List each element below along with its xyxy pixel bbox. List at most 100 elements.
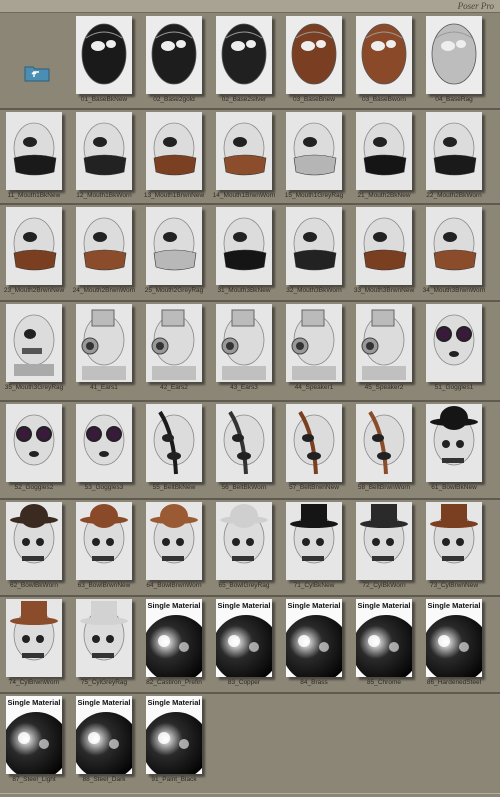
thumbnail-image[interactable] (426, 207, 482, 285)
item-label: 24_Mouth2BrwnWorn (72, 287, 136, 294)
thumbnail-image[interactable] (426, 16, 482, 94)
item-label: 33_Mouth3BrwnNew (353, 287, 415, 294)
item-label: 88_Steel_Dark (82, 776, 126, 783)
item-label: 62_BowlBkWorn (10, 582, 58, 589)
thumbnail-image[interactable]: Single Material (216, 599, 272, 677)
material-title: Single Material (217, 601, 271, 610)
thumbnail-image[interactable] (286, 404, 342, 482)
thumbnail-image[interactable] (426, 502, 482, 580)
item-label: 91_Paint_Black (151, 776, 197, 783)
material-title: Single Material (7, 698, 61, 707)
thumbnail-image[interactable]: Single Material (286, 599, 342, 677)
thumbnail-image[interactable]: Single Material (356, 599, 412, 677)
thumbnail-image[interactable] (216, 112, 272, 190)
item-label: 52_Goggles2 (14, 484, 54, 491)
item-label: 03_BaseBworn (361, 96, 407, 103)
thumbnail-image[interactable] (76, 207, 132, 285)
thumbnail-image[interactable]: Single Material (6, 696, 62, 774)
item-label: 02_Base2gold (153, 96, 195, 103)
thumbnail-image[interactable] (286, 16, 342, 94)
item-label: 35_Mouth3GreyRag (4, 384, 64, 391)
thumbnail-image[interactable] (6, 502, 62, 580)
thumbnail-image[interactable]: Single Material (76, 696, 132, 774)
folder-up-icon[interactable] (24, 64, 50, 82)
item-label: 11_Mouth1BkNew (7, 192, 61, 199)
thumbnail-image[interactable] (146, 16, 202, 94)
thumbnail-image[interactable] (76, 112, 132, 190)
item-label: 74_CylBrwnWorn (8, 679, 60, 686)
thumbnail-image[interactable] (146, 112, 202, 190)
item-label: 83_Copper (227, 679, 261, 686)
item-label: 56_BeltBkWorn (221, 484, 267, 491)
library-row: 01_BaseBkNew 02_Base2gold 02_Base2silver… (0, 14, 500, 108)
thumbnail-image[interactable] (6, 304, 62, 382)
thumbnail-image[interactable] (356, 502, 412, 580)
thumbnail-image[interactable] (426, 404, 482, 482)
thumbnail-image[interactable] (286, 207, 342, 285)
material-title: Single Material (287, 601, 341, 610)
thumbnail-image[interactable] (146, 502, 202, 580)
thumbnail-image[interactable] (356, 404, 412, 482)
thumbnail-image[interactable] (76, 599, 132, 677)
item-label: 34_Mouth3BrwnWorn (422, 287, 486, 294)
thumbnail-image[interactable] (6, 404, 62, 482)
item-label: 63_BowlBrwnNew (77, 582, 131, 589)
thumbnail-image[interactable] (426, 112, 482, 190)
library-row: 11_Mouth1BkNew 12_Mouth1BkWorn 13_Mouth1… (0, 108, 500, 205)
thumbnail-image[interactable] (216, 16, 272, 94)
thumbnail-image[interactable] (286, 304, 342, 382)
material-title: Single Material (147, 698, 201, 707)
item-label: 45_Speaker2 (364, 384, 404, 391)
thumbnail-image[interactable] (146, 304, 202, 382)
item-label: 61_BowlBkNew (431, 484, 477, 491)
item-label: 53_Goggles3 (84, 484, 124, 491)
item-label: 73_CylBrwnNew (429, 582, 479, 589)
item-label: 58_BeltBrwnWorn (357, 484, 411, 491)
item-label: 44_Speaker1 (294, 384, 334, 391)
thumbnail-image[interactable]: Single Material (146, 599, 202, 677)
thumbnail-image[interactable] (216, 207, 272, 285)
thumbnail-image[interactable] (216, 304, 272, 382)
library-row: 62_BowlBkWorn 63_BowlBrwnNew 64_BowlBrwn… (0, 498, 500, 597)
thumbnail-image[interactable] (356, 16, 412, 94)
thumbnail-image[interactable] (6, 112, 62, 190)
thumbnail-image[interactable] (146, 207, 202, 285)
item-label: 02_Base2silver (221, 96, 267, 103)
item-label: 87_Steel_Light (12, 776, 56, 783)
thumbnail-image[interactable] (286, 502, 342, 580)
item-label: 03_BaseBnew (293, 96, 335, 103)
thumbnail-image[interactable]: Single Material (146, 696, 202, 774)
material-title: Single Material (357, 601, 411, 610)
item-label: 14_Mouth1BrwnWorn (212, 192, 276, 199)
library-row: 35_Mouth3GreyRag 41_Ears1 42_Ears2 43_Ea… (0, 300, 500, 402)
thumbnail-image[interactable] (76, 16, 132, 94)
thumbnail-image[interactable] (216, 502, 272, 580)
item-label: 71_CylBkNew (293, 582, 335, 589)
thumbnail-image[interactable] (76, 304, 132, 382)
material-title: Single Material (147, 601, 201, 610)
thumbnail-image[interactable] (216, 404, 272, 482)
item-label: 21_Mouth2BkNew (357, 192, 411, 199)
thumbnail-image[interactable] (76, 502, 132, 580)
item-label: 55_BeltBkNew (152, 484, 196, 491)
item-label: 64_BowlBrwnWorn (146, 582, 202, 589)
material-title: Single Material (77, 698, 131, 707)
thumbnail-image[interactable]: Single Material (426, 599, 482, 677)
item-label: 75_CylGreyRag (80, 679, 128, 686)
library-header: Poser Pro (0, 0, 500, 13)
thumbnail-image[interactable] (76, 404, 132, 482)
thumbnail-image[interactable] (286, 112, 342, 190)
material-title: Single Material (427, 601, 481, 610)
thumbnail-image[interactable] (6, 207, 62, 285)
item-label: 41_Ears1 (90, 384, 118, 391)
thumbnail-image[interactable] (356, 207, 412, 285)
item-label: 32_Mouth3BkWorn (286, 287, 342, 294)
thumbnail-image[interactable] (356, 304, 412, 382)
thumbnail-image[interactable] (356, 112, 412, 190)
item-label: 12_Mouth1BkWorn (76, 192, 132, 199)
thumbnail-image[interactable] (6, 599, 62, 677)
thumbnail-image[interactable] (146, 404, 202, 482)
item-label: 86_HardenedSteel (426, 679, 482, 686)
thumbnail-image[interactable] (426, 304, 482, 382)
item-label: 25_Mouth2GreyRag (144, 287, 204, 294)
